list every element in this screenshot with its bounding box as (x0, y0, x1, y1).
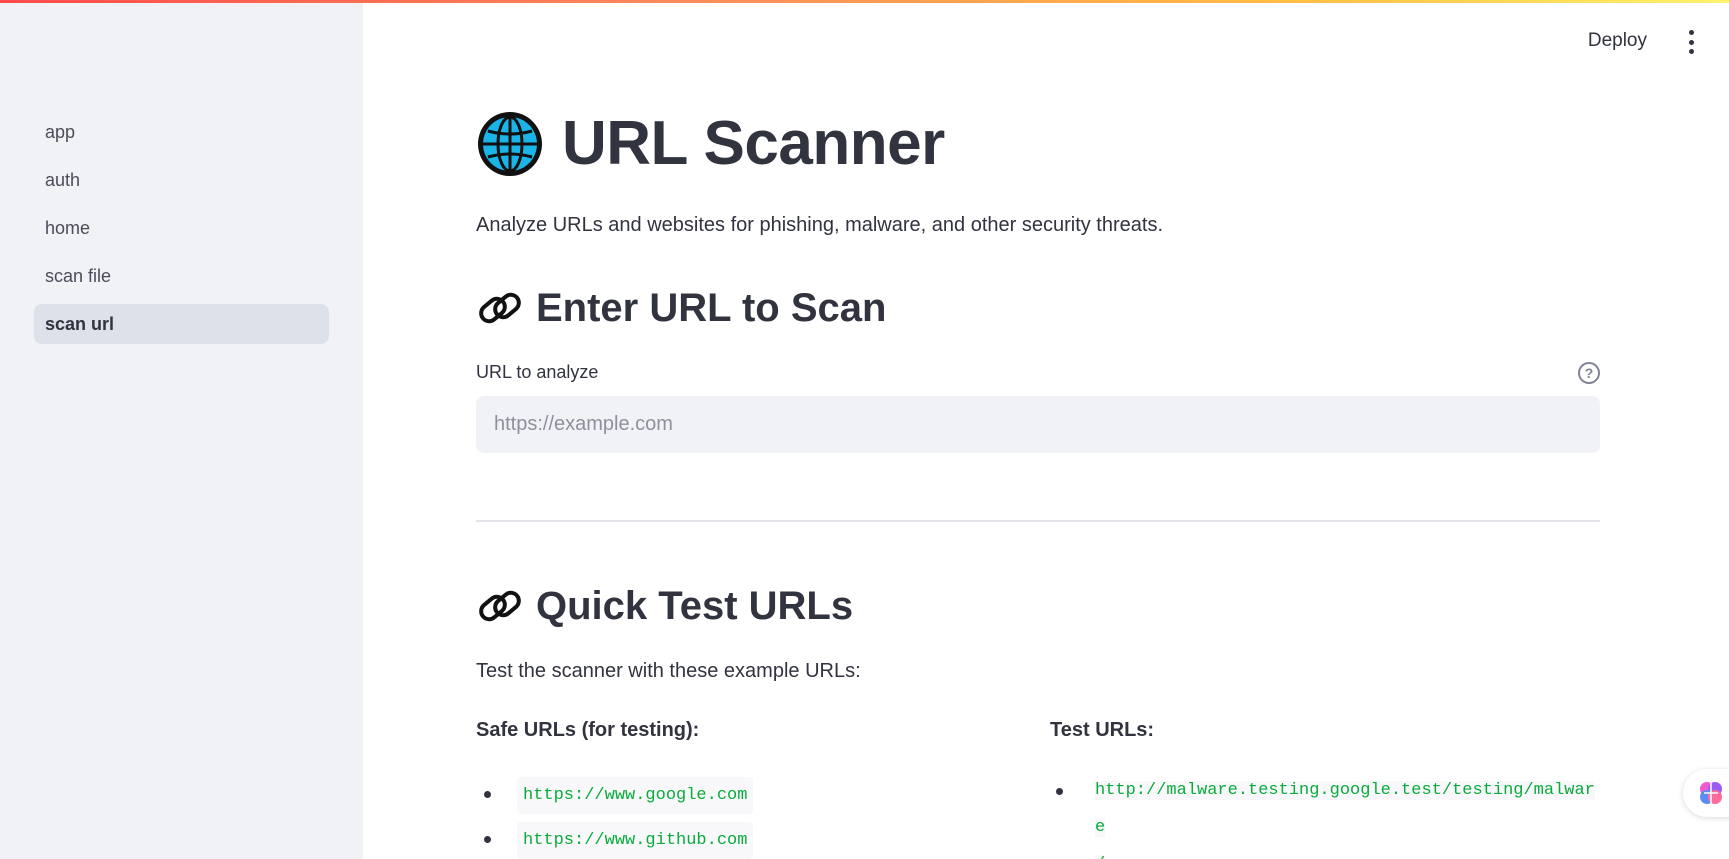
list-item: https://www.github.com (484, 822, 754, 859)
header-toolbar: Deploy (1329, 0, 1729, 86)
chat-assistant-button[interactable] (1683, 769, 1729, 817)
sidebar-item-label: scan url (45, 313, 115, 334)
sidebar-item-app[interactable]: app (34, 112, 329, 152)
sidebar-item-label: app (45, 121, 76, 142)
sidebar: app auth home scan file scan url (0, 0, 363, 859)
globe-icon (478, 111, 542, 176)
quick-heading-row: Quick Test URLs (476, 582, 853, 630)
page-title-row: URL Scanner (476, 108, 945, 179)
page-subtitle: Analyze URLs and websites for phishing, … (476, 214, 1164, 236)
link-icon (479, 590, 521, 622)
scan-heading-row: Enter URL to Scan (476, 284, 886, 332)
safe-urls-title: Safe URLs (for testing): (476, 719, 700, 741)
brain-icon (1700, 782, 1722, 804)
list-item: https://www.google.com (484, 777, 754, 814)
top-accent-bar (0, 0, 1729, 3)
quick-section-intro: Test the scanner with these example URLs… (476, 660, 861, 682)
sidebar-item-label: scan file (45, 265, 112, 286)
sidebar-item-home[interactable]: home (34, 208, 329, 248)
test-url-malware[interactable]: http://malware.testing.google.test/testi… (1089, 772, 1609, 859)
sidebar-item-label: home (45, 217, 91, 238)
sidebar-item-scan-url[interactable]: scan url (34, 304, 329, 344)
sidebar-item-label: auth (45, 169, 81, 190)
scan-section-heading: Enter URL to Scan (536, 285, 887, 330)
sidebar-nav: app auth home scan file scan url (34, 112, 329, 352)
list-item: http://malware.testing.google.test/testi… (1056, 772, 1609, 859)
test-urls-title: Test URLs: (1050, 719, 1155, 741)
sidebar-item-auth[interactable]: auth (34, 160, 329, 200)
safe-url-list: https://www.google.com https://www.githu… (484, 777, 754, 859)
url-field-label: URL to analyze (476, 362, 599, 382)
quick-section-heading: Quick Test URLs (536, 583, 854, 628)
test-url-list: http://malware.testing.google.test/testi… (1056, 772, 1609, 859)
question-circle-icon[interactable]: ? (1578, 362, 1600, 384)
page-title: URL Scanner (562, 109, 945, 178)
kebab-menu-icon[interactable] (1681, 30, 1701, 54)
safe-url-github[interactable]: https://www.github.com (517, 822, 754, 859)
url-input[interactable] (476, 396, 1600, 453)
deploy-button[interactable]: Deploy (1588, 30, 1647, 52)
link-icon (479, 292, 521, 324)
safe-url-google[interactable]: https://www.google.com (517, 777, 754, 814)
sidebar-item-scan-file[interactable]: scan file (34, 256, 329, 296)
section-divider (476, 520, 1600, 522)
